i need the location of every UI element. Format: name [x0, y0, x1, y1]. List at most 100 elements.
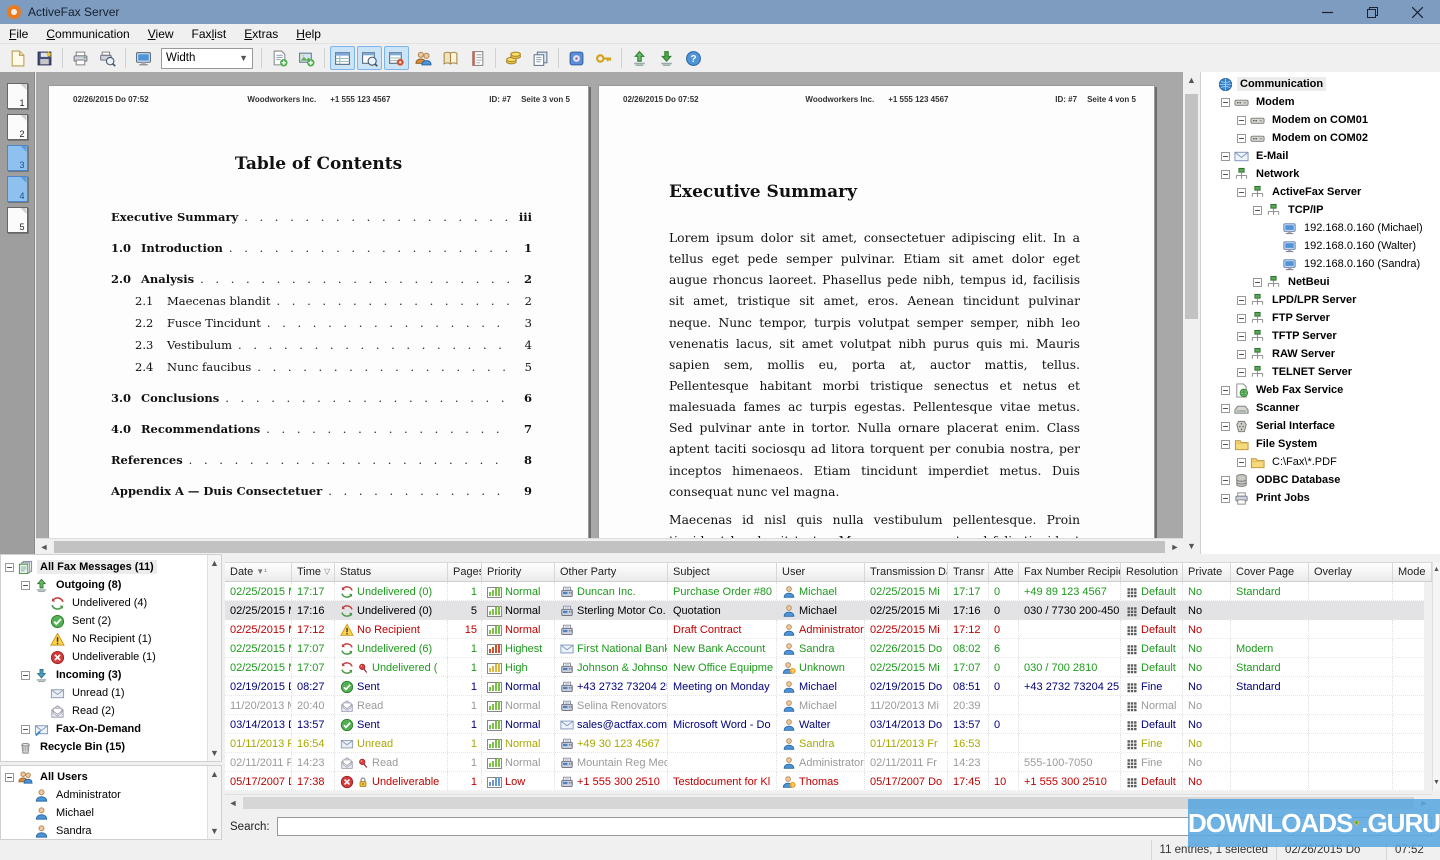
collapse-box-icon[interactable] [21, 581, 30, 590]
fax-row-4[interactable]: 02/25/2015 Mi17:07Undelivered (6)1Highes… [225, 639, 1424, 658]
menu-extras[interactable]: Extras [235, 25, 287, 43]
tree-item-no-recipient-1[interactable]: No Recipient (1) [1, 630, 207, 648]
tree-item-192-168-0-160-walter[interactable]: 192.168.0.160 (Walter) [1201, 237, 1440, 255]
view-faxlist-button[interactable] [330, 46, 355, 70]
minimize-button[interactable] [1305, 0, 1350, 24]
scroll-up-icon[interactable]: ▲ [1432, 562, 1440, 578]
tree-item-sent-2[interactable]: Sent (2) [1, 612, 207, 630]
tree-item-unread-1[interactable]: Unread (1) [1, 684, 207, 702]
menu-communication[interactable]: Communication [37, 25, 138, 43]
tree-item-c-fax-pdf[interactable]: C:\Fax\*.PDF [1201, 453, 1440, 471]
journal-button[interactable] [465, 46, 490, 70]
tree-item-scanner[interactable]: Scanner [1201, 399, 1440, 417]
scrollbar-thumb[interactable] [1185, 94, 1198, 319]
charges-button[interactable] [501, 46, 526, 70]
column-header-priority[interactable]: Priority [482, 563, 555, 581]
add-image-button[interactable] [294, 46, 319, 70]
fax-row-7[interactable]: 11/20/2013 Mi20:40Read1NormalSelina Reno… [225, 696, 1424, 715]
collapse-box-icon[interactable] [1237, 350, 1246, 359]
collapse-box-icon[interactable] [1221, 98, 1230, 107]
tree-item-read-2[interactable]: Read (2) [1, 702, 207, 720]
collapse-box-icon[interactable] [1253, 206, 1262, 215]
fax-row-2[interactable]: 02/25/2015 Mi17:16Undelivered (0)5Normal… [225, 601, 1424, 620]
tree-item-tftp-server[interactable]: TFTP Server [1201, 327, 1440, 345]
save-button[interactable] [32, 46, 57, 70]
page-thumbnail-2[interactable]: 2 [7, 114, 28, 140]
tree-item-raw-server[interactable]: RAW Server [1201, 345, 1440, 363]
fax-tree-scrollbar[interactable]: ▲ ▼ [207, 555, 221, 761]
tree-item-tcp-ip[interactable]: TCP/IP [1201, 201, 1440, 219]
collapse-box-icon[interactable] [1237, 134, 1246, 143]
incoming-download-button[interactable] [654, 46, 679, 70]
page-thumbnail-3[interactable]: 3 [7, 145, 28, 171]
collapse-box-icon[interactable] [1221, 170, 1230, 179]
column-header-mode[interactable]: Mode [1393, 563, 1432, 581]
tree-item-network[interactable]: Network [1201, 165, 1440, 183]
tree-item-all-fax-messages-11[interactable]: All Fax Messages (11) [1, 558, 207, 576]
tree-item-web-fax-service[interactable]: Web Fax Service [1201, 381, 1440, 399]
fax-row-5[interactable]: 02/25/2015 Mi17:07Undelivered (1HighJohn… [225, 658, 1424, 677]
tree-item-incoming-3[interactable]: Incoming (3) [1, 666, 207, 684]
users-tree-scrollbar[interactable]: ▲ ▼ [207, 766, 221, 839]
tree-item-file-system[interactable]: File System [1201, 435, 1440, 453]
fax-row-1[interactable]: 02/25/2015 Mi17:17Undelivered (0)1Normal… [225, 582, 1424, 601]
collapse-box-icon[interactable] [1237, 368, 1246, 377]
column-header-time[interactable]: Time▽ [292, 563, 335, 581]
collapse-box-icon[interactable] [1237, 332, 1246, 341]
scroll-down-icon[interactable]: ▼ [1432, 775, 1440, 791]
page-thumbnail-4[interactable]: 4 [7, 176, 28, 202]
tree-item-192-168-0-160-michael[interactable]: 192.168.0.160 (Michael) [1201, 219, 1440, 237]
users-button[interactable] [411, 46, 436, 70]
scroll-right-icon[interactable]: ► [1167, 539, 1183, 555]
help-button[interactable]: ? [681, 46, 706, 70]
outgoing-upload-button[interactable] [627, 46, 652, 70]
fax-row-8[interactable]: 03/14/2013 Do13:57Sent1Normalsales@actfa… [225, 715, 1424, 734]
tree-item-serial-interface[interactable]: Serial Interface [1201, 417, 1440, 435]
display-button[interactable] [131, 46, 156, 70]
scroll-down-icon[interactable]: ▼ [207, 745, 223, 761]
fax-row-6[interactable]: 02/19/2015 Do08:27Sent1Normal+43 2732 73… [225, 677, 1424, 696]
scroll-up-icon[interactable]: ▲ [1184, 72, 1200, 88]
page-thumbnail-1[interactable]: 1 [7, 83, 28, 109]
tree-item-activefax-server[interactable]: ActiveFax Server [1201, 183, 1440, 201]
collapse-box-icon[interactable] [1221, 404, 1230, 413]
column-header-date[interactable]: Date▼¹ [225, 563, 292, 581]
column-header-cover[interactable]: Cover Page [1231, 563, 1309, 581]
copies-button[interactable] [528, 46, 553, 70]
collapse-box-icon[interactable] [1221, 422, 1230, 431]
column-header-priv[interactable]: Private [1183, 563, 1231, 581]
column-header-party[interactable]: Other Party [555, 563, 668, 581]
collapse-box-icon[interactable] [21, 725, 30, 734]
preview-horizontal-scrollbar[interactable]: ◄ ► [36, 538, 1183, 554]
new-document-button[interactable] [5, 46, 30, 70]
close-button[interactable] [1395, 0, 1440, 24]
tree-item-e-mail[interactable]: E-Mail [1201, 147, 1440, 165]
zoom-width-combo[interactable]: Width▼ [161, 48, 253, 69]
scroll-up-icon[interactable]: ▲ [207, 555, 223, 571]
downloads-guru-watermark[interactable]: DOWNLOADS .GURU [1188, 799, 1440, 847]
fax-list-vertical-scrollbar[interactable]: ▲ ▼ [1432, 562, 1440, 791]
tree-item-ftp-server[interactable]: FTP Server [1201, 309, 1440, 327]
fax-row-3[interactable]: 02/25/2015 Mi17:12No Recipient15NormalDr… [225, 620, 1424, 639]
collapse-box-icon[interactable] [5, 563, 14, 572]
phonebook-button[interactable] [438, 46, 463, 70]
security-key-button[interactable] [591, 46, 616, 70]
collapse-box-icon[interactable] [5, 773, 14, 782]
tree-item-communication[interactable]: Communication [1201, 75, 1440, 93]
scroll-left-icon[interactable]: ◄ [36, 539, 52, 555]
column-header-overlay[interactable]: Overlay [1309, 563, 1393, 581]
print-preview-button[interactable] [95, 46, 120, 70]
collapse-box-icon[interactable] [1237, 188, 1246, 197]
collapse-box-icon[interactable] [1237, 314, 1246, 323]
restore-button[interactable] [1350, 0, 1395, 24]
view-preview-button[interactable] [357, 46, 382, 70]
collapse-box-icon[interactable] [1221, 440, 1230, 449]
tree-item-telnet-server[interactable]: TELNET Server [1201, 363, 1440, 381]
menu-help[interactable]: Help [287, 25, 330, 43]
column-header-res[interactable]: Resolution [1121, 563, 1183, 581]
tree-item-print-jobs[interactable]: Print Jobs [1201, 489, 1440, 507]
menu-view[interactable]: View [139, 25, 183, 43]
tree-item-modem-on-com02[interactable]: Modem on COM02 [1201, 129, 1440, 147]
column-header-pages[interactable]: Pages [448, 563, 482, 581]
column-header-tdate[interactable]: Transmission Da [865, 563, 948, 581]
